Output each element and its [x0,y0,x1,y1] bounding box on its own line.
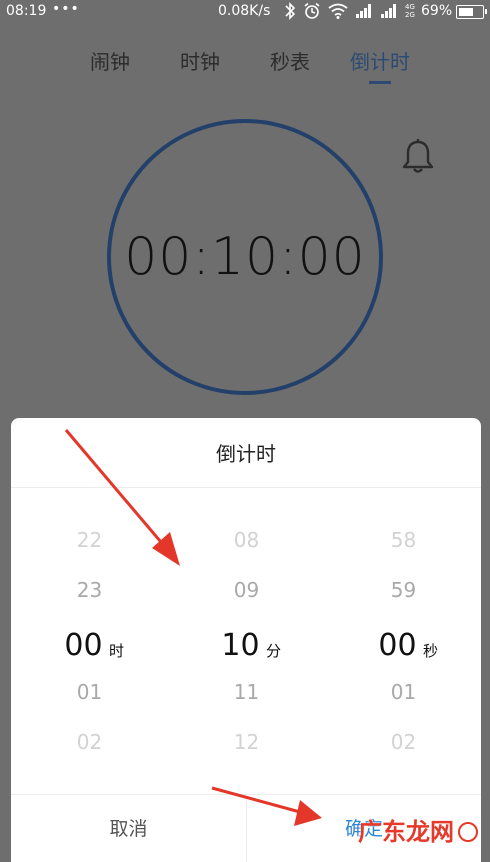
minutes-value: 11 [233,680,260,704]
network-speed: 0.08K/s [218,3,271,19]
battery-fill [459,8,473,16]
tab-alarm[interactable]: 闹钟 [90,46,130,75]
battery-percent: 69% [421,3,453,19]
signal-icon-1 [356,4,371,18]
hours-selected: 00 [64,628,103,663]
signal-icon-2 [381,4,396,18]
site-watermark: 广东龙网 [358,812,478,847]
minutes-selected: 10 [221,628,260,663]
minutes-value: 09 [233,578,260,602]
bluetooth-icon [285,2,296,20]
seconds-picker[interactable]: 58 59 00 秒 01 02 [325,488,482,794]
hours-value: 02 [76,730,103,754]
minutes-value: 08 [233,528,260,552]
status-bar: 08:19 ••• 0.08K/s 4G 2G 69% [0,0,490,26]
alarm-icon [304,2,320,19]
hours-picker[interactable]: 22 23 00 时 01 02 [11,488,168,794]
tab-bar: 闹钟 时钟 秒表 倒计时 [0,46,490,86]
more-notifications-icon: ••• [52,1,80,17]
network-type-top: 4G [405,3,415,11]
hours-value: 22 [76,528,103,552]
minutes-unit: 分 [266,642,282,660]
tab-countdown[interactable]: 倒计时 [350,46,410,75]
tab-clock[interactable]: 时钟 [180,46,220,75]
hours-unit: 时 [109,642,125,660]
seconds-value: 58 [390,528,417,552]
ringtone-bell-icon[interactable] [400,138,436,176]
status-icons: 4G 2G [284,2,415,20]
watermark-text: 广东龙网 [358,818,454,846]
watermark-logo-icon [458,822,478,842]
minutes-picker[interactable]: 08 09 10 分 11 12 [168,488,325,794]
dialog-title: 倒计时 [11,418,481,488]
tab-indicator [369,81,391,84]
countdown-display: 00:10:00 [124,227,366,287]
tab-stopwatch[interactable]: 秒表 [270,46,310,75]
minutes-value: 12 [233,730,260,754]
wifi-icon [328,3,348,19]
countdown-picker-dialog: 倒计时 22 23 00 时 01 02 08 09 10 分 11 12 58… [11,418,481,862]
status-time: 08:19 [6,3,47,19]
seconds-value: 01 [390,680,417,704]
network-type: 4G 2G [405,3,415,19]
network-type-bottom: 2G [405,11,415,19]
seconds-selected: 00 [378,628,417,663]
battery-icon [456,5,487,19]
cancel-button[interactable]: 取消 [11,795,246,862]
hours-value: 01 [76,680,103,704]
seconds-value: 02 [390,730,417,754]
hours-value: 23 [76,578,103,602]
seconds-unit: 秒 [423,642,439,660]
seconds-value: 59 [390,578,417,602]
